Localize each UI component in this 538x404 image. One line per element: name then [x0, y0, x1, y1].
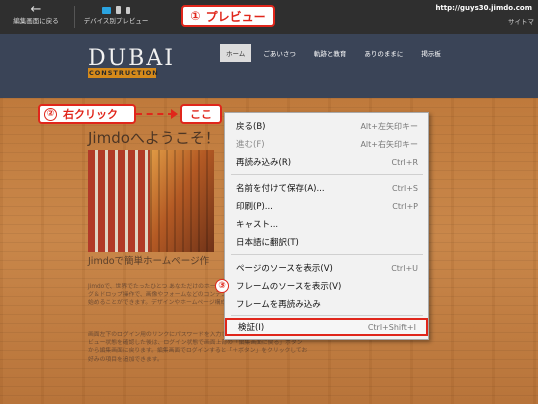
device-icons: [80, 4, 152, 16]
callout-arrow-line: [136, 113, 174, 115]
hero-image-shading: [150, 150, 214, 252]
menu-item-shortcut: Alt+左矢印キー: [360, 121, 418, 131]
menu-item-label: キャスト...: [236, 220, 279, 230]
menu-item-reload-frame[interactable]: フレームを再読み込み: [225, 295, 428, 313]
callout-preview: ① プレビュー: [181, 5, 275, 27]
menu-item-label: フレームのソースを表示(V): [236, 282, 342, 292]
sitemap-link[interactable]: サイトマ: [508, 16, 534, 26]
menu-item-reload[interactable]: 再読み込み(R) Ctrl+R: [225, 153, 428, 171]
menu-item-print[interactable]: 印刷(P)... Ctrl+P: [225, 197, 428, 215]
callout-step-3: ③: [215, 279, 229, 293]
menu-item-label: 名前を付けて保存(A)...: [236, 184, 325, 194]
site-nav: ホーム ごあいさつ 軌跡と教育 ありのままに 掲示板: [220, 44, 453, 62]
logo-subtitle: CONSTRUCTION: [88, 68, 159, 78]
toolbar-divider: [74, 6, 75, 28]
arrow-right-icon: [171, 109, 178, 119]
menu-item-label: 戻る(B): [236, 122, 266, 132]
callout-right-click: ② 右クリック: [38, 104, 136, 124]
menu-item-shortcut: Ctrl+Shift+I: [367, 322, 416, 332]
callout-step-number: ②: [44, 107, 57, 121]
menu-item-cast[interactable]: キャスト...: [225, 215, 428, 233]
menu-item-label: 印刷(P)...: [236, 202, 273, 212]
welcome-heading: Jimdoへようこそ！: [88, 129, 220, 147]
menu-item-view-source[interactable]: ページのソースを表示(V) Ctrl+U: [225, 259, 428, 277]
nav-item-board[interactable]: 掲示板: [415, 44, 447, 62]
device-preview-button[interactable]: デバイス別プレビュー: [80, 4, 152, 30]
callout-text: プレビュー: [205, 9, 266, 24]
phone-icon[interactable]: [126, 6, 130, 14]
menu-item-shortcut: Ctrl+S: [391, 183, 418, 193]
content-subheading: Jimdoで簡単ホームページ作: [88, 256, 210, 267]
context-menu: 戻る(B) Alt+左矢印キー 進む(F) Alt+右矢印キー 再読み込み(R)…: [224, 112, 429, 340]
menu-item-shortcut: Ctrl+R: [391, 157, 419, 167]
menu-item-label: ページのソースを表示(V): [236, 264, 333, 274]
menu-item-view-frame-source[interactable]: フレームのソースを表示(V): [225, 277, 428, 295]
site-url[interactable]: http://guys30.jimdo.com: [435, 4, 532, 12]
hero-image-building: [88, 150, 150, 252]
nav-item-as-is[interactable]: ありのままに: [358, 44, 409, 62]
menu-divider: [231, 315, 423, 316]
menu-item-label: 検証(I): [238, 323, 265, 333]
callout-step-number: ①: [190, 9, 201, 23]
desktop-icon[interactable]: [102, 6, 111, 14]
menu-item-back[interactable]: 戻る(B) Alt+左矢印キー: [225, 117, 428, 135]
callout-here: ここ: [180, 104, 222, 124]
menu-item-save-as[interactable]: 名前を付けて保存(A)... Ctrl+S: [225, 179, 428, 197]
back-to-editor-button[interactable]: ← 編集画面に戻る: [8, 2, 64, 30]
nav-item-home[interactable]: ホーム: [220, 44, 252, 62]
menu-item-label: 再読み込み(R): [236, 158, 292, 168]
menu-item-shortcut: Alt+右矢印キー: [360, 139, 418, 149]
left-arrow-icon: ←: [30, 2, 42, 17]
menu-item-inspect[interactable]: 検証(I) Ctrl+Shift+I: [225, 318, 428, 336]
menu-item-label: フレームを再読み込み: [236, 300, 321, 310]
menu-item-label: 日本語に翻訳(T): [236, 238, 299, 248]
menu-item-shortcut: Ctrl+U: [391, 263, 418, 273]
menu-divider: [231, 174, 423, 175]
back-to-editor-label: 編集画面に戻る: [13, 17, 59, 25]
nav-item-greeting[interactable]: ごあいさつ: [257, 44, 302, 62]
callout-text: 右クリック: [63, 108, 118, 121]
menu-item-translate[interactable]: 日本語に翻訳(T): [225, 233, 428, 251]
hero-image: [88, 150, 214, 252]
nav-item-history[interactable]: 軌跡と教育: [308, 44, 353, 62]
menu-item-forward[interactable]: 進む(F) Alt+右矢印キー: [225, 135, 428, 153]
menu-item-label: 進む(F): [236, 140, 265, 150]
device-preview-label: デバイス別プレビュー: [83, 17, 149, 25]
menu-item-shortcut: Ctrl+P: [392, 201, 418, 211]
tablet-icon[interactable]: [116, 6, 121, 14]
menu-divider: [231, 254, 423, 255]
